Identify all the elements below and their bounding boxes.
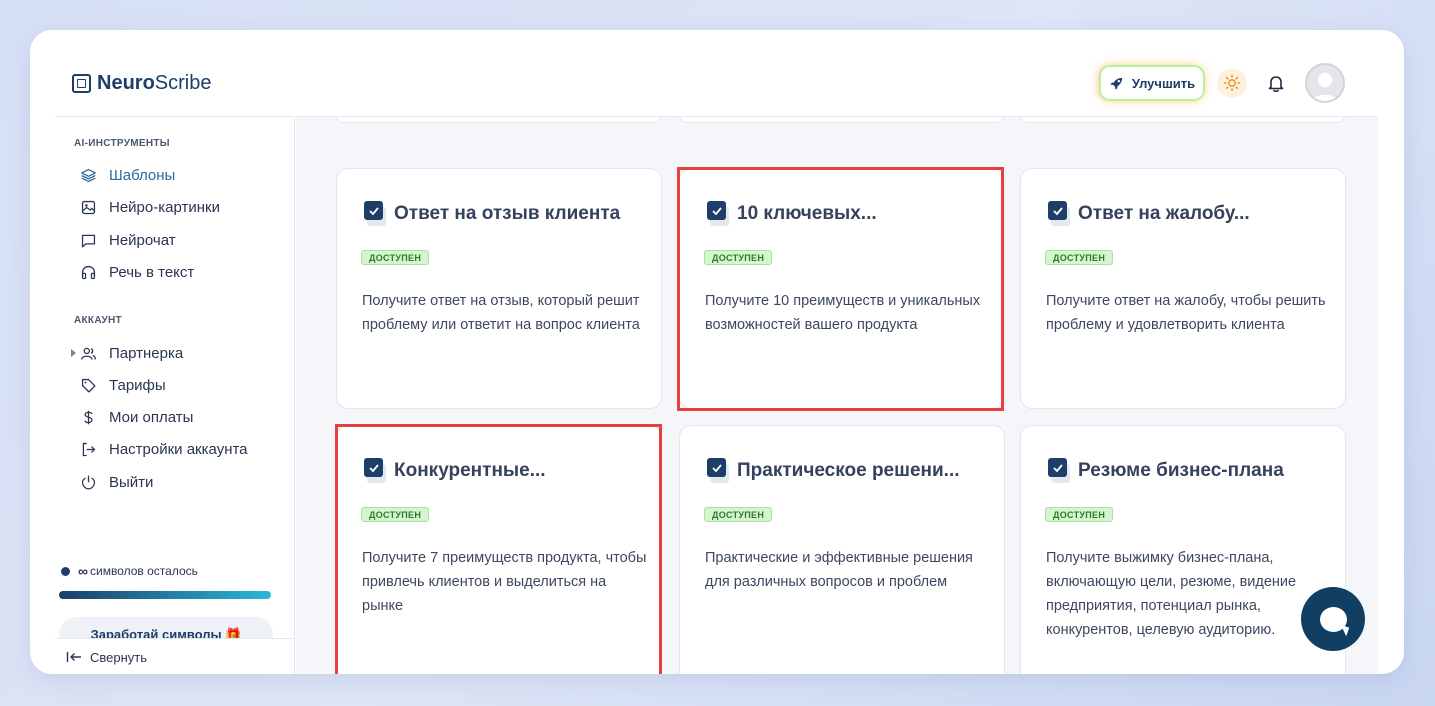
card-stub bbox=[336, 117, 662, 123]
sidebar-item-label: Мои оплаты bbox=[109, 408, 194, 426]
chat-bubble-icon bbox=[1319, 606, 1347, 632]
user-silhouette-icon bbox=[1311, 73, 1339, 101]
card-description: Получите ответ на отзыв, который решит п… bbox=[362, 293, 640, 333]
card-title-row: Резюме бизнес-плана bbox=[1048, 458, 1284, 484]
card-title: Практическое решени... bbox=[737, 460, 960, 481]
sidebar-item-label: Настройки аккаунта bbox=[109, 440, 248, 458]
template-check-icon bbox=[707, 458, 729, 484]
collapse-sidebar-button[interactable]: Свернуть bbox=[55, 638, 294, 674]
logo[interactable]: NeuroScribe bbox=[72, 72, 212, 95]
bell-icon bbox=[1268, 76, 1284, 93]
credits-label: символов осталось bbox=[89, 564, 198, 578]
credits-progress-bar bbox=[59, 591, 271, 599]
status-badge: ДОСТУПЕН bbox=[1045, 250, 1114, 265]
upgrade-button[interactable]: Улучшить bbox=[1101, 67, 1203, 99]
sidebar-item-label: Нейрочат bbox=[109, 231, 176, 249]
sidebar-item-neurochat[interactable]: Нейрочат bbox=[80, 228, 176, 252]
image-icon bbox=[81, 200, 96, 214]
rocket-icon bbox=[1110, 77, 1122, 90]
section-title-account: АККАУНТ bbox=[74, 315, 122, 326]
support-chat-button[interactable] bbox=[1301, 587, 1365, 651]
status-badge: ДОСТУПЕН bbox=[704, 507, 773, 522]
sidebar-item-label: Тарифы bbox=[109, 376, 166, 394]
sidebar-item-label: Шаблоны bbox=[109, 166, 176, 184]
caret-right-icon bbox=[71, 349, 76, 357]
theme-toggle-button[interactable] bbox=[1217, 68, 1247, 98]
template-card[interactable]: Ответ на жалобу... ДОСТУПЕН Получите отв… bbox=[1020, 168, 1346, 409]
credits-remaining: ∞ символов осталось bbox=[61, 563, 198, 579]
sidebar-item-label: Выйти bbox=[109, 473, 154, 491]
card-stub bbox=[679, 117, 1004, 123]
sidebar-item-label: Речь в текст bbox=[109, 263, 195, 281]
notifications-button[interactable] bbox=[1263, 70, 1289, 96]
sidebar-item-logout[interactable]: Выйти bbox=[80, 470, 153, 494]
collapse-arrow-icon bbox=[66, 652, 81, 662]
logout-arrow-icon bbox=[82, 442, 96, 456]
sidebar-item-partner[interactable]: Партнерка bbox=[71, 341, 184, 365]
upgrade-label: Улучшить bbox=[1131, 75, 1196, 91]
templates-grid: Ответ на отзыв клиента ДОСТУПЕН Получите… bbox=[296, 116, 1378, 674]
dollar-icon bbox=[84, 410, 93, 424]
template-check-icon bbox=[1048, 201, 1070, 227]
logo-text: NeuroScribe bbox=[97, 72, 212, 94]
section-title-tools: AI-ИНСТРУМЕНТЫ bbox=[74, 138, 170, 149]
card-title-row: Ответ на отзыв клиента bbox=[364, 201, 620, 227]
tag-icon bbox=[81, 378, 96, 393]
sidebar-item-account-settings[interactable]: Настройки аккаунта bbox=[80, 437, 248, 461]
card-title-row: Практическое решени... bbox=[707, 458, 960, 484]
card-title: Ответ на жалобу... bbox=[1078, 203, 1250, 224]
card-description: Получите ответ на жалобу, чтобы решить п… bbox=[1046, 293, 1326, 333]
status-badge: ДОСТУПЕН bbox=[1045, 507, 1114, 522]
power-icon bbox=[81, 474, 96, 490]
card-title: Резюме бизнес-плана bbox=[1078, 460, 1284, 481]
template-check-icon bbox=[1048, 458, 1070, 484]
sun-icon bbox=[1223, 74, 1241, 92]
highlight-frame bbox=[677, 167, 1004, 411]
card-description: Практические и эффективные решения для р… bbox=[705, 550, 973, 590]
layers-icon bbox=[81, 168, 96, 182]
sidebar-item-templates[interactable]: Шаблоны bbox=[80, 163, 175, 187]
sidebar-item-speech-to-text[interactable]: Речь в текст bbox=[80, 260, 194, 284]
card-description: Получите выжимку бизнес-плана, включающу… bbox=[1046, 550, 1297, 638]
collapse-label: Свернуть bbox=[90, 649, 148, 665]
logo-icon bbox=[72, 74, 91, 93]
template-card[interactable]: Практическое решени... ДОСТУПЕН Практиче… bbox=[679, 425, 1005, 674]
template-card[interactable]: Ответ на отзыв клиента ДОСТУПЕН Получите… bbox=[336, 168, 662, 409]
sidebar-item-neuro-images[interactable]: Нейро-картинки bbox=[80, 195, 220, 219]
template-check-icon bbox=[364, 201, 386, 227]
app-window: NeuroScribe Улучшить AI-ИНСТРУМЕНТЫ Шабл… bbox=[30, 30, 1404, 674]
top-header: NeuroScribe Улучшить bbox=[30, 30, 1404, 116]
sidebar-item-label: Нейро-картинки bbox=[109, 198, 220, 216]
sidebar-item-label: Партнерка bbox=[109, 344, 184, 362]
sidebar-item-payments[interactable]: Мои оплаты bbox=[80, 405, 193, 429]
user-avatar[interactable] bbox=[1305, 63, 1345, 103]
card-title-row: Ответ на жалобу... bbox=[1048, 201, 1250, 227]
template-card[interactable]: Резюме бизнес-плана ДОСТУПЕН Получите вы… bbox=[1020, 425, 1346, 674]
status-badge: ДОСТУПЕН bbox=[361, 250, 430, 265]
headphones-icon bbox=[81, 265, 96, 279]
card-title: Ответ на отзыв клиента bbox=[394, 203, 621, 224]
credits-dot bbox=[61, 566, 70, 576]
sidebar: AI-ИНСТРУМЕНТЫ Шаблоны Нейро-картинки Не… bbox=[55, 116, 295, 674]
sidebar-item-tariffs[interactable]: Тарифы bbox=[80, 373, 166, 397]
card-stub bbox=[1020, 117, 1345, 123]
users-icon bbox=[81, 347, 96, 360]
credits-progress-fill bbox=[59, 591, 271, 599]
highlight-frame bbox=[335, 424, 662, 674]
chat-icon bbox=[81, 234, 96, 248]
credits-value: ∞ bbox=[78, 563, 88, 579]
